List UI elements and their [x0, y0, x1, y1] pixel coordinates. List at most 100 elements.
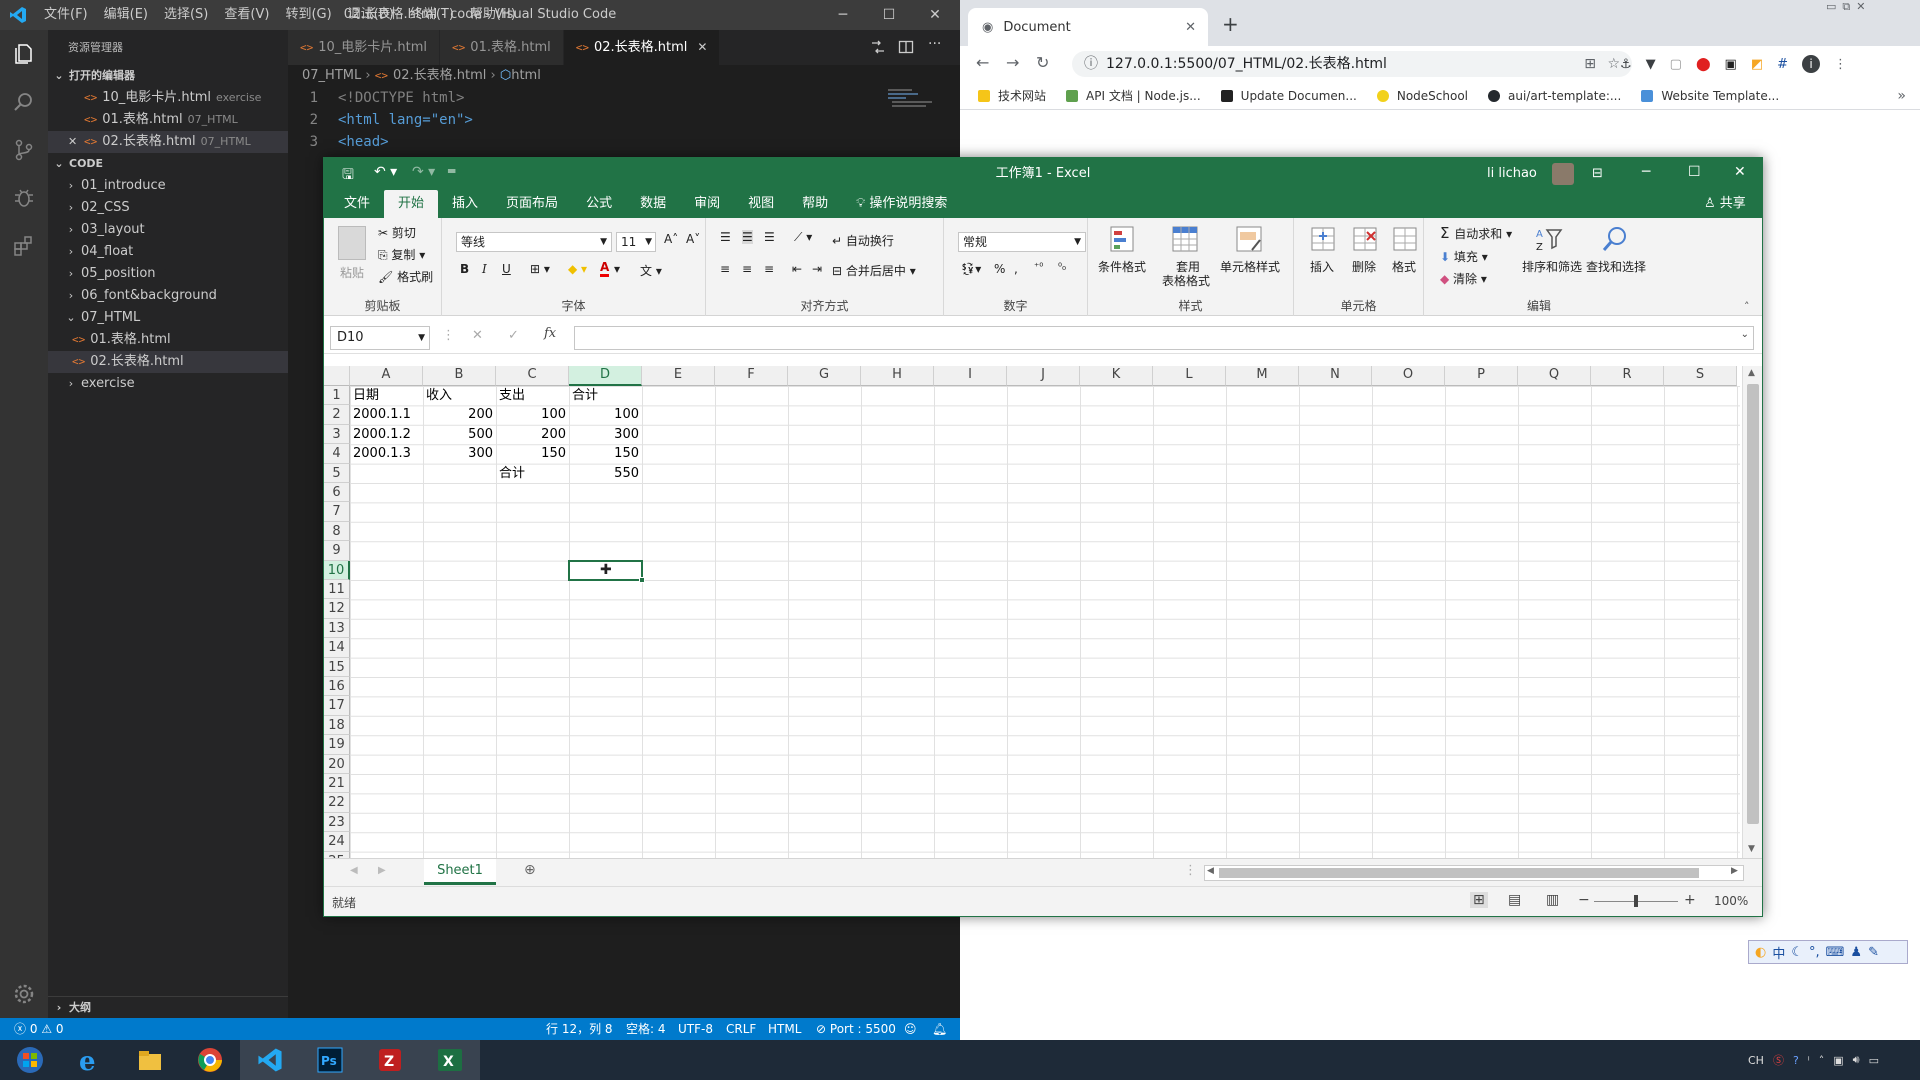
column-header-r[interactable]: R	[1591, 366, 1664, 386]
tab-page-layout[interactable]: 页面布局	[492, 190, 572, 218]
language-indicator[interactable]: CH	[1748, 1054, 1764, 1067]
row-header-10[interactable]: 10	[324, 560, 350, 580]
orientation-icon[interactable]: ⟋ ▾	[794, 230, 812, 245]
row-header-4[interactable]: 4	[324, 444, 350, 464]
align-right-icon[interactable]: ≡	[764, 262, 774, 276]
folder-item[interactable]: › 06_font&background	[48, 285, 288, 307]
explorer-icon[interactable]	[0, 30, 48, 78]
format-button[interactable]: 格式	[1392, 258, 1416, 275]
cell-d3[interactable]: 300	[569, 425, 642, 444]
zoom-slider-thumb[interactable]	[1634, 895, 1638, 907]
sogou-icon[interactable]: Ⓢ	[1773, 1052, 1784, 1068]
more-bookmarks-icon[interactable]: »	[1897, 88, 1906, 104]
cell-a4[interactable]: 2000.1.3	[350, 444, 423, 463]
tab-view[interactable]: 视图	[734, 190, 788, 218]
cursor-position[interactable]: 行 12，列 8	[546, 1018, 613, 1040]
maximize-icon[interactable]: ☐	[1688, 164, 1701, 180]
comma-icon[interactable]: ,	[1014, 262, 1018, 276]
column-header-h[interactable]: H	[861, 366, 934, 386]
horizontal-scrollbar[interactable]: ◀ ▶	[1204, 865, 1744, 881]
column-header-o[interactable]: O	[1372, 366, 1445, 386]
row-header-7[interactable]: 7	[324, 502, 350, 522]
font-color-icon[interactable]: A	[600, 260, 610, 277]
forward-icon[interactable]: →	[1006, 53, 1019, 72]
scroll-left-icon[interactable]: ◀	[1207, 866, 1214, 876]
row-header-15[interactable]: 15	[324, 657, 350, 677]
column-header-p[interactable]: P	[1445, 366, 1518, 386]
close-tab-icon[interactable]: ✕	[697, 30, 707, 65]
cell-c2[interactable]: 100	[496, 405, 569, 424]
decrease-indent-icon[interactable]: ⇤	[792, 262, 802, 276]
tab-insert[interactable]: 插入	[438, 190, 492, 218]
restore-icon[interactable]: ⧉	[1842, 0, 1850, 20]
format-as-table-label[interactable]: 表格格式	[1162, 272, 1210, 289]
worksheet-grid[interactable]: A B C D E F G H I J K L M N O P Q R S 1 2 3 4 5 6 7 8 9 10 11 12 13 14 15…	[324, 366, 1740, 858]
row-header-2[interactable]: 2	[324, 405, 350, 425]
collapse-ribbon-icon[interactable]: ˄	[1744, 300, 1750, 313]
paste-icon[interactable]	[338, 226, 366, 260]
align-middle-icon[interactable]: ☰	[742, 230, 753, 244]
formula-input[interactable]: ⌄	[574, 326, 1754, 350]
increase-indent-icon[interactable]: ⇥	[812, 262, 822, 276]
insert-button[interactable]: 插入	[1310, 258, 1334, 275]
expand-formula-icon[interactable]: ⌄	[1741, 329, 1749, 340]
column-header-n[interactable]: N	[1299, 366, 1372, 386]
percent-button[interactable]: %	[994, 262, 1005, 276]
page-break-view-icon[interactable]: ▥	[1546, 892, 1559, 908]
bookmark-item[interactable]: API 文档 | Node.js...	[1066, 87, 1201, 104]
menu-debug[interactable]: 调试(D)	[340, 0, 402, 30]
info-icon[interactable]: ⓘ	[1084, 51, 1098, 77]
bold-button[interactable]: B	[460, 262, 469, 276]
live-server-port[interactable]: ⊘ Port : 5500	[816, 1018, 896, 1040]
tab-review[interactable]: 审阅	[680, 190, 734, 218]
file-item-active[interactable]: <> 02.长表格.html	[48, 351, 288, 373]
increase-decimal-icon[interactable]: ⁺⁰	[1034, 262, 1043, 273]
selected-cell-outline[interactable]: ✚	[568, 559, 645, 583]
row-header-23[interactable]: 23	[324, 812, 350, 833]
more-actions-icon[interactable]: ···	[928, 36, 941, 52]
tab-formulas[interactable]: 公式	[572, 190, 626, 218]
scroll-up-icon[interactable]: ▲	[1748, 368, 1755, 378]
folder-item[interactable]: › 02_CSS	[48, 197, 288, 219]
notifications-icon[interactable]: ▭	[1869, 1054, 1879, 1067]
cell-a2[interactable]: 2000.1.1	[350, 405, 423, 424]
minimize-icon[interactable]: ▭	[1826, 0, 1836, 20]
start-button[interactable]	[0, 1040, 60, 1080]
copy-button[interactable]: ⎘ 复制 ▾	[378, 246, 425, 263]
folder-item[interactable]: › 05_position	[48, 263, 288, 285]
cell-styles-icon[interactable]	[1234, 224, 1264, 254]
row-header-20[interactable]: 20	[324, 754, 350, 774]
bookmark-item[interactable]: 技术网站	[978, 87, 1046, 104]
workspace-header[interactable]: ⌄ CODE	[48, 153, 288, 175]
breadcrumb-node[interactable]: html	[511, 68, 541, 83]
magnifier-icon[interactable]	[1600, 224, 1630, 254]
chevron-down-icon[interactable]: ▾	[614, 262, 620, 276]
maximize-icon[interactable]: ☐	[866, 0, 912, 30]
borders-icon[interactable]: ⊞ ▾	[530, 262, 550, 276]
help-icon[interactable]: ?	[1793, 1054, 1799, 1067]
extension-icon[interactable]: ▼	[1646, 57, 1656, 72]
zoom-in-icon[interactable]: +	[1684, 892, 1696, 908]
close-icon[interactable]: ✕	[912, 0, 958, 30]
delete-button[interactable]: 删除	[1352, 258, 1376, 275]
outline-header[interactable]: › 大纲	[48, 996, 288, 1018]
cell-d1[interactable]: 合计	[569, 386, 642, 405]
excel-taskbar-icon[interactable]: X	[420, 1040, 480, 1080]
cancel-icon[interactable]: ✕	[472, 328, 483, 343]
folder-item[interactable]: › 01_introduce	[48, 175, 288, 197]
minimap[interactable]	[886, 87, 946, 117]
cell-d2[interactable]: 100	[569, 405, 642, 424]
cell-a3[interactable]: 2000.1.2	[350, 425, 423, 444]
sheet-tab-active[interactable]: Sheet1	[424, 859, 496, 885]
bookmark-item[interactable]: aui/art-template:...	[1488, 89, 1621, 103]
chrome-icon[interactable]	[180, 1040, 240, 1080]
menu-edit[interactable]: 编辑(E)	[96, 0, 156, 30]
column-header-j[interactable]: J	[1007, 366, 1080, 386]
cell-styles-button[interactable]: 单元格样式	[1220, 258, 1280, 275]
folder-item[interactable]: › 04_float	[48, 241, 288, 263]
italic-button[interactable]: I	[482, 262, 487, 276]
currency-icon[interactable]: 💱︎▾	[960, 262, 981, 276]
reload-icon[interactable]: ↻	[1036, 53, 1049, 72]
tab-data[interactable]: 数据	[626, 190, 680, 218]
file-explorer-icon[interactable]	[120, 1040, 180, 1080]
